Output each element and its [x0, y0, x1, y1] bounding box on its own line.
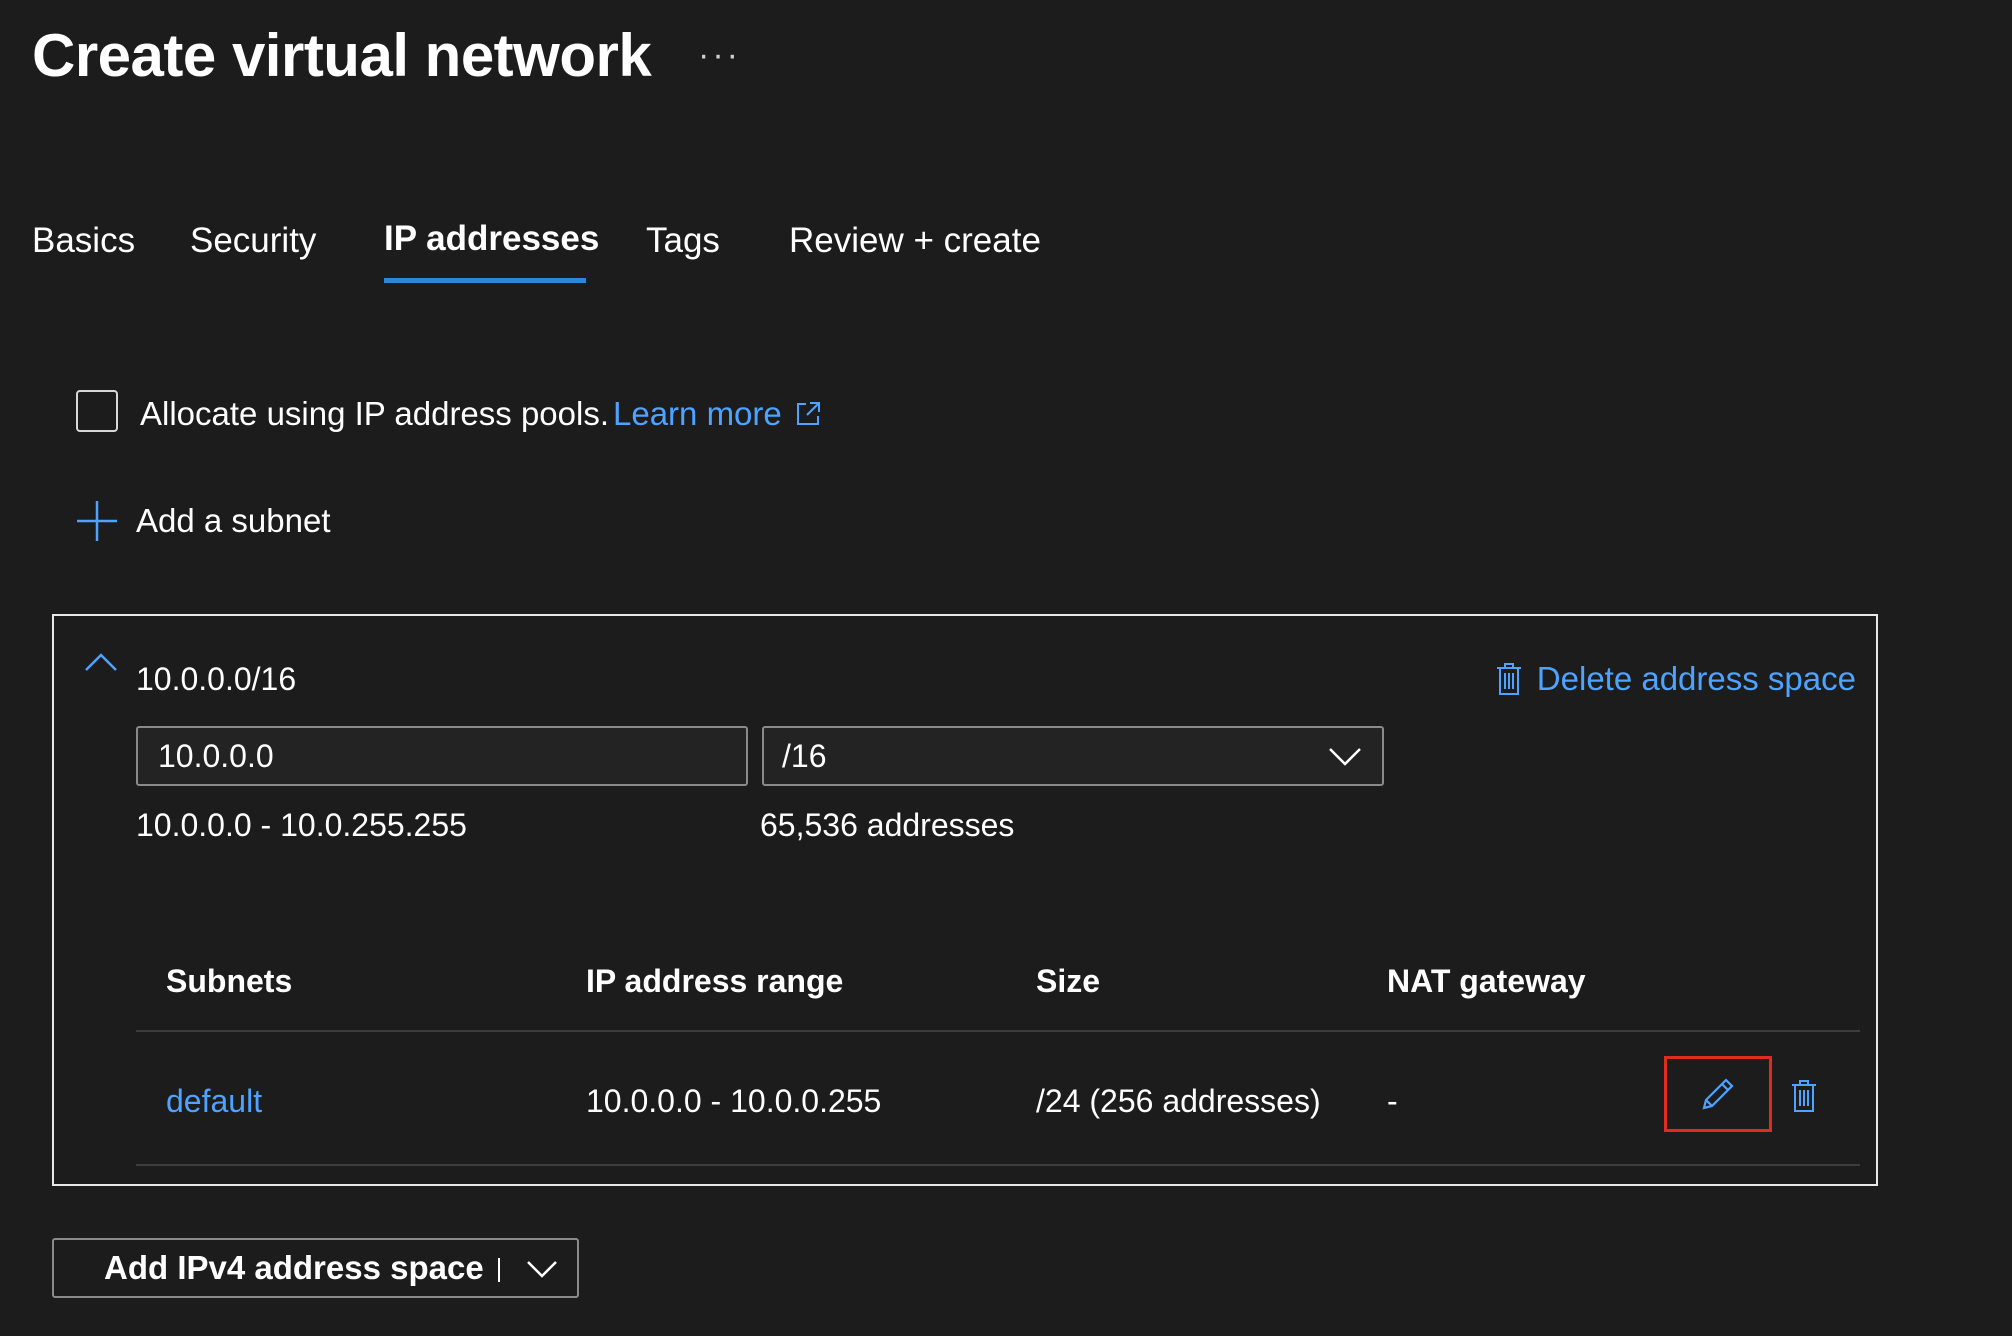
tab-ip-addresses[interactable]: IP addresses — [384, 214, 599, 264]
add-ipv4-label: Add IPv4 address space — [104, 1249, 484, 1286]
plus-icon — [77, 501, 117, 541]
column-header-nat-gateway: NAT gateway — [1387, 963, 1586, 999]
external-link-icon — [796, 402, 820, 425]
table-header-divider — [136, 1030, 1860, 1032]
tab-tags[interactable]: Tags — [646, 216, 720, 266]
trash-icon — [1496, 663, 1521, 695]
ip-pools-label: Allocate using IP address pools. — [140, 395, 610, 432]
delete-address-space-button[interactable]: Delete address space — [1495, 654, 1856, 704]
chevron-up-icon[interactable] — [84, 652, 118, 674]
table-row-divider — [136, 1164, 1860, 1166]
address-range-text: 10.0.0.0 - 10.0.255.255 — [136, 807, 467, 843]
address-space-cidr: 10.0.0.0/16 — [136, 661, 297, 697]
more-options-icon[interactable]: ··· — [698, 30, 741, 80]
subnet-ip-range: 10.0.0.0 - 10.0.0.255 — [586, 1083, 882, 1119]
tab-review-create[interactable]: Review + create — [789, 216, 1041, 266]
subnet-nat-gateway: - — [1387, 1083, 1398, 1119]
delete-address-space-label: Delete address space — [1536, 660, 1856, 697]
learn-more-text: Learn more — [613, 395, 782, 432]
delete-subnet-button[interactable] — [1784, 1071, 1824, 1121]
address-space-ip-input[interactable]: 10.0.0.0 — [136, 726, 748, 786]
ip-pools-checkbox[interactable] — [76, 390, 118, 432]
pencil-icon — [1702, 1078, 1734, 1110]
split-button-divider — [498, 1258, 500, 1282]
column-header-ip-range: IP address range — [586, 963, 844, 999]
learn-more-link[interactable]: Learn more — [613, 389, 822, 439]
chevron-down-icon — [1329, 748, 1361, 766]
trash-icon — [1792, 1080, 1816, 1112]
active-tab-indicator — [384, 278, 586, 283]
subnet-name-link[interactable]: default — [166, 1076, 262, 1126]
add-subnet-button[interactable]: Add a subnet — [76, 496, 331, 546]
add-ipv4-address-space-button[interactable]: Add IPv4 address space — [52, 1238, 579, 1298]
address-space-panel: 10.0.0.0/16 Delete address space 10.0.0.… — [52, 614, 1878, 1186]
subnet-size: /24 (256 addresses) — [1036, 1083, 1321, 1119]
add-subnet-label: Add a subnet — [136, 502, 331, 539]
page-title: Create virtual network — [32, 22, 652, 89]
column-header-size: Size — [1036, 963, 1101, 999]
chevron-down-icon[interactable] — [526, 1258, 558, 1280]
tab-basics[interactable]: Basics — [32, 216, 135, 266]
column-header-subnets: Subnets — [166, 963, 293, 999]
tab-security[interactable]: Security — [190, 216, 316, 266]
address-count-text: 65,536 addresses — [760, 807, 1015, 843]
edit-subnet-button[interactable] — [1664, 1056, 1772, 1132]
prefix-select-value: /16 — [782, 738, 827, 774]
address-space-prefix-select[interactable]: /16 — [762, 726, 1384, 786]
